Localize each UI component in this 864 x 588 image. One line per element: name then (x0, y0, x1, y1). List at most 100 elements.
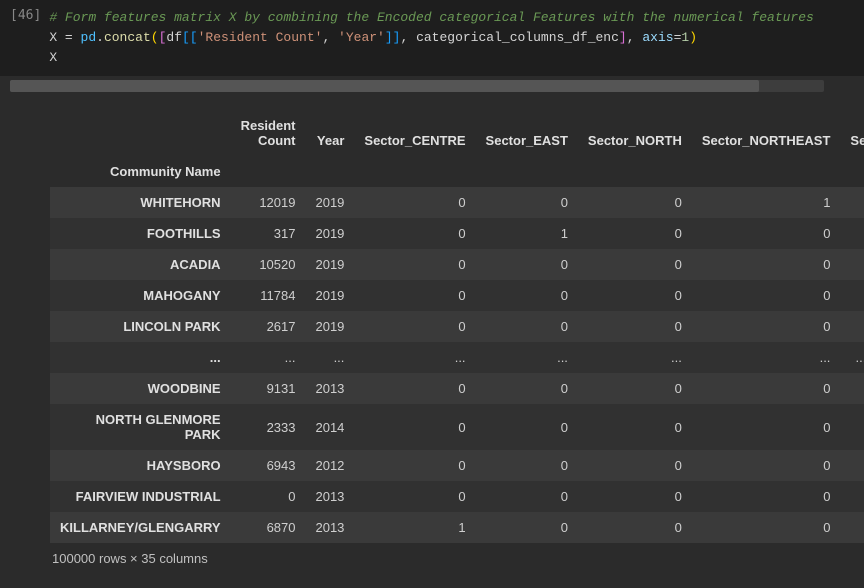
cell-value: 2013 (305, 512, 354, 543)
cell-value: 2014 (305, 404, 354, 450)
cell-prompt: [46] (0, 8, 49, 68)
cell-value: 0 (578, 280, 692, 311)
tok: , (627, 30, 643, 45)
cell-value: 0 (578, 512, 692, 543)
table-row: WHITEHORN1201920190001 (50, 187, 864, 218)
cell-value: 317 (231, 218, 306, 249)
row-index: WOODBINE (50, 373, 231, 404)
table-row: MAHOGANY1178420190000 (50, 280, 864, 311)
cell-value: ... (354, 342, 475, 373)
row-index: ... (50, 342, 231, 373)
cell-value: 0 (354, 218, 475, 249)
table-row: WOODBINE913120130000 (50, 373, 864, 404)
table-row: NORTH GLENMOREPARK233320140000 (50, 404, 864, 450)
cell-value (840, 187, 864, 218)
cell-value: 0 (692, 450, 841, 481)
cell-value: 0 (578, 218, 692, 249)
table-row: HAYSBORO694320120000 (50, 450, 864, 481)
cell-value (840, 404, 864, 450)
cell-value: 0 (354, 481, 475, 512)
cell-value (840, 450, 864, 481)
cell-value: 0 (692, 249, 841, 280)
cell-value: 6870 (231, 512, 306, 543)
tok: ] (619, 30, 627, 45)
cell-value: 2617 (231, 311, 306, 342)
row-index: HAYSBORO (50, 450, 231, 481)
cell-value: 0 (231, 481, 306, 512)
code-area[interactable]: # Form features matrix X by combining th… (49, 8, 864, 68)
tok: = (57, 30, 80, 45)
cell-value: 0 (476, 481, 578, 512)
cell-value: 0 (476, 450, 578, 481)
table-row: FAIRVIEW INDUSTRIAL020130000 (50, 481, 864, 512)
cell-value: 0 (476, 280, 578, 311)
cell-value: 0 (476, 187, 578, 218)
row-index: MAHOGANY (50, 280, 231, 311)
cell-value: ... (305, 342, 354, 373)
cell-value: 0 (476, 512, 578, 543)
col-header: Year (305, 110, 354, 156)
cell-value: 2333 (231, 404, 306, 450)
cell-value: ... (231, 342, 306, 373)
cell-value: 0 (476, 404, 578, 450)
cell-value: 12019 (231, 187, 306, 218)
row-index: ACADIA (50, 249, 231, 280)
cell-value: 0 (476, 249, 578, 280)
code-cell[interactable]: [46] # Form features matrix X by combini… (0, 0, 864, 76)
tok: ) (689, 30, 697, 45)
cell-value: 0 (476, 311, 578, 342)
cell-value (840, 481, 864, 512)
table-row: LINCOLN PARK261720190000 (50, 311, 864, 342)
cell-value: 0 (476, 373, 578, 404)
cell-value: 0 (692, 218, 841, 249)
row-index: KILLARNEY/GLENGARRY (50, 512, 231, 543)
table-head: ResidentCount Year Sector_CENTRE Sector_… (50, 110, 864, 187)
tok: [[ (182, 30, 198, 45)
table-row: KILLARNEY/GLENGARRY687020131000 (50, 512, 864, 543)
row-index: WHITEHORN (50, 187, 231, 218)
cell-value: 9131 (231, 373, 306, 404)
cell-value: 0 (578, 311, 692, 342)
tok: X (49, 50, 57, 65)
cell-value: 1 (476, 218, 578, 249)
cell-value: 0 (578, 373, 692, 404)
row-index: NORTH GLENMOREPARK (50, 404, 231, 450)
table-row: ........................ (50, 342, 864, 373)
cell-value: ... (476, 342, 578, 373)
cell-value: 0 (354, 404, 475, 450)
cell-value: 0 (578, 187, 692, 218)
cell-value: 2019 (305, 218, 354, 249)
cell-value: 0 (354, 280, 475, 311)
cell-value: 0 (692, 311, 841, 342)
cell-value: 0 (578, 450, 692, 481)
table-row: ACADIA1052020190000 (50, 249, 864, 280)
row-index: FAIRVIEW INDUSTRIAL (50, 481, 231, 512)
cell-value: 0 (578, 481, 692, 512)
cell-value: 0 (354, 187, 475, 218)
index-name: Community Name (50, 156, 231, 187)
col-header: Sector_NORTHEAST (692, 110, 841, 156)
cell-value: 0 (692, 481, 841, 512)
output-area: ResidentCount Year Sector_CENTRE Sector_… (0, 92, 864, 580)
dataframe-table: ResidentCount Year Sector_CENTRE Sector_… (50, 110, 864, 543)
cell-value: 10520 (231, 249, 306, 280)
cell-value (840, 512, 864, 543)
code-comment: # Form features matrix X by combining th… (49, 10, 814, 25)
cell-value: 1 (692, 187, 841, 218)
cell-value: 0 (692, 373, 841, 404)
cell-value: ... (578, 342, 692, 373)
cell-value (840, 373, 864, 404)
cell-value: 0 (354, 249, 475, 280)
cell-value: ... (692, 342, 841, 373)
cell-value: 0 (578, 249, 692, 280)
col-header: Sector_CENTRE (354, 110, 475, 156)
tok: pd (81, 30, 97, 45)
col-header: Se (840, 110, 864, 156)
cell-value (840, 280, 864, 311)
cell-value: 2013 (305, 481, 354, 512)
horizontal-scrollbar[interactable] (10, 80, 824, 92)
cell-value: 0 (692, 512, 841, 543)
cell-value: 11784 (231, 280, 306, 311)
cell-value: 1 (354, 512, 475, 543)
tok: axis (642, 30, 673, 45)
